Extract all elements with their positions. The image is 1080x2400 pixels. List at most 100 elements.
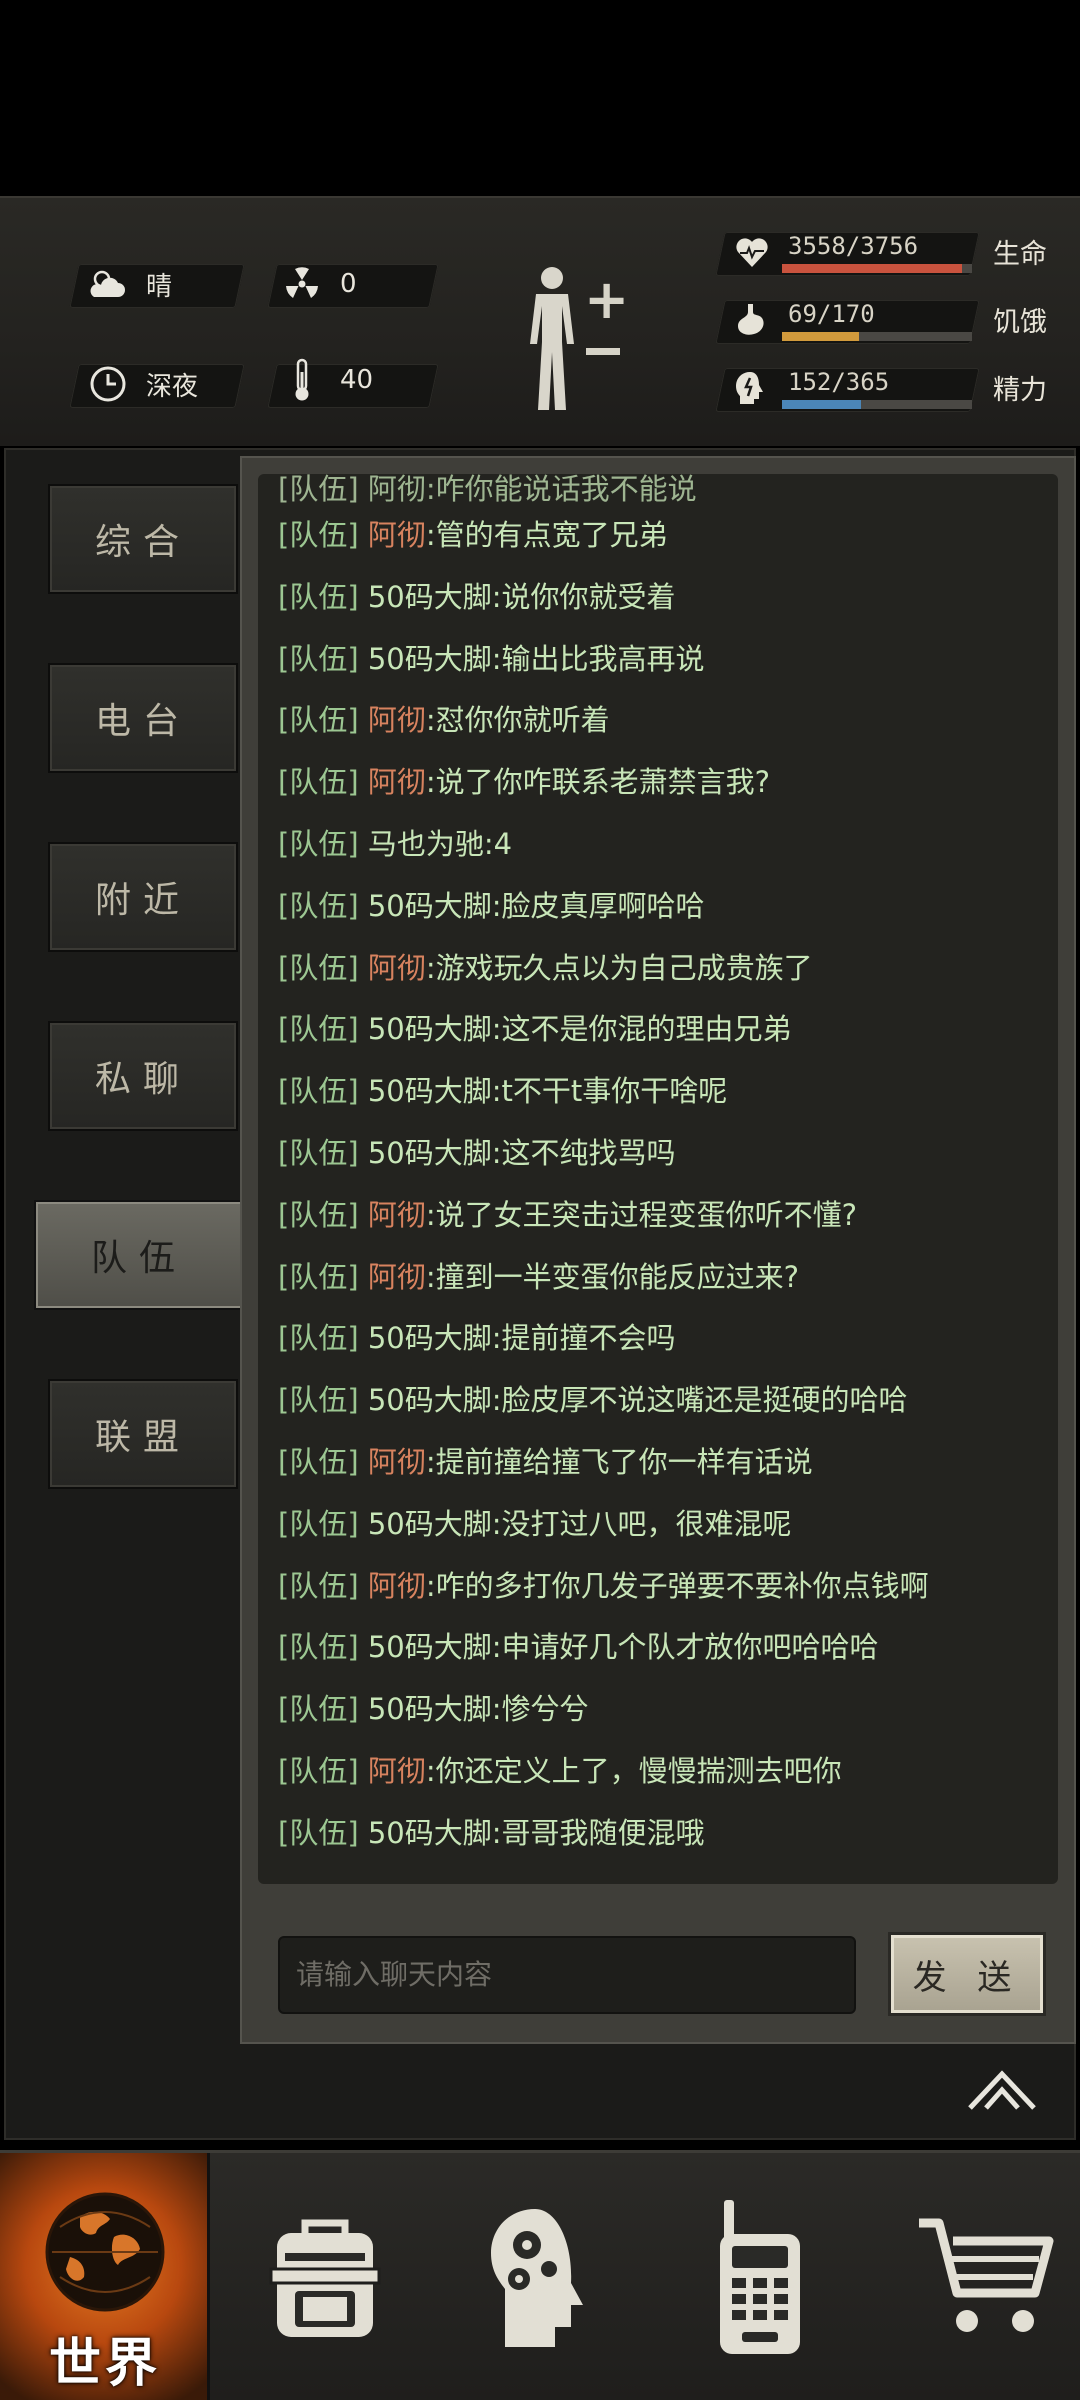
globe-icon [45, 2192, 165, 2312]
channel-tag: [队伍] [278, 1630, 359, 1665]
channel-tag: [队伍] [278, 641, 359, 676]
hunger-label: 饥饿 [993, 307, 1047, 338]
life-stat: 3558/3756 生命 [715, 228, 1060, 278]
message-text: 没打过八吧，很难混呢 [501, 1506, 792, 1541]
chat-log[interactable]: [队伍] 阿彻:咋你能说话我不能说 [队伍] 阿彻:管的有点宽了兄弟 [队伍] 5… [258, 474, 1058, 1884]
sender-name[interactable]: 阿彻 [368, 1260, 426, 1294]
weather-icon [88, 264, 128, 304]
tab-nearby[interactable]: 附近 [48, 842, 238, 952]
channel-tag: [队伍] [278, 1445, 359, 1479]
sender-name[interactable]: 阿彻 [368, 1445, 426, 1479]
tab-general[interactable]: 综合 [48, 484, 238, 594]
sender-name[interactable]: 50码大脚 [368, 580, 492, 614]
message-text: 惨兮兮 [501, 1692, 589, 1727]
radiation-value: 0 [340, 269, 357, 299]
nav-shop-button[interactable] [900, 2153, 1070, 2400]
channel-tag: [队伍] [278, 1012, 359, 1047]
chat-message: [队伍] 阿彻:游戏玩久点以为自己成贵族了 [278, 950, 813, 985]
sender-name[interactable]: 50码大脚 [368, 642, 492, 676]
message-text: 哥哥我随便混哦 [501, 1815, 705, 1850]
sender-name[interactable]: 50码大脚 [368, 1507, 492, 1541]
message-text: 游戏玩久点以为自己成贵族了 [435, 950, 813, 985]
sender-name[interactable]: 50码大脚 [368, 1074, 492, 1108]
sender-name[interactable]: 50码大脚 [368, 1012, 492, 1046]
time-indicator: 深夜 [88, 362, 198, 406]
chat-message: [队伍] 阿彻:你还定义上了，慢慢揣测去吧你 [278, 1754, 842, 1788]
message-text: 怼你你就听着 [435, 703, 610, 738]
sender-name[interactable]: 50码大脚 [368, 889, 492, 923]
send-button[interactable]: 发 送 [888, 1932, 1046, 2016]
chat-message: [队伍] 50码大脚:申请好几个队才放你吧哈哈哈 [278, 1630, 879, 1665]
message-text: 输出比我高再说 [501, 641, 705, 676]
hunger-bar [782, 332, 972, 341]
life-bar [782, 264, 972, 273]
thermometer-icon [282, 358, 322, 401]
tab-alliance[interactable]: 联盟 [48, 1379, 238, 1489]
energy-value: 152/365 [788, 368, 890, 396]
stomach-icon [738, 304, 764, 335]
sender-name[interactable]: 阿彻 [368, 765, 426, 799]
sender-name[interactable]: 阿彻 [368, 1754, 426, 1788]
message-text: 申请好几个队才放你吧哈哈哈 [501, 1630, 879, 1665]
sender-name[interactable]: 阿彻 [368, 518, 426, 552]
bottom-nav: 世界 [0, 2150, 1080, 2400]
sender-name[interactable]: 50码大脚 [368, 1692, 492, 1726]
sender-name[interactable]: 50码大脚 [368, 1321, 492, 1355]
clock-icon [88, 364, 128, 404]
sender-name[interactable]: 阿彻 [368, 703, 426, 737]
body-status-icon[interactable] [522, 264, 582, 414]
channel-tag: [队伍] [278, 703, 359, 738]
chat-message: [队伍] 阿彻:撞到一半变蛋你能反应过来? [278, 1259, 800, 1294]
sender-name[interactable]: 阿彻 [368, 1569, 426, 1603]
collapse-chevron-icon[interactable] [966, 2068, 1038, 2112]
heart-icon [736, 238, 768, 267]
chat-message: [队伍] 阿彻:说了你咋联系老萧禁言我? [278, 765, 771, 800]
sender-name[interactable]: 50码大脚 [368, 1816, 492, 1850]
sender-name[interactable]: 马也为驰 [368, 827, 484, 861]
chat-input[interactable]: 请输入聊天内容 [278, 1936, 856, 2014]
message-text: 提前撞不会吗 [501, 1321, 676, 1356]
channel-tag: [队伍] [278, 1136, 359, 1170]
hunger-stat: 69/170 饥饿 [715, 296, 1060, 346]
sender-name[interactable]: 50码大脚 [368, 1383, 492, 1417]
chat-message: [队伍] 50码大脚:哥哥我随便混哦 [278, 1815, 705, 1850]
message-text: 说你你就受着 [501, 579, 676, 614]
message-text: 说了女王突击过程变蛋你听不懂? [435, 1197, 858, 1232]
energy-bar [782, 400, 972, 409]
minus-icon[interactable] [586, 348, 620, 355]
message-text: 脸皮真厚啊哈哈 [501, 888, 705, 923]
nav-radio-button[interactable] [675, 2153, 845, 2400]
sender-name[interactable]: 阿彻 [368, 1198, 426, 1232]
tab-team[interactable]: 队伍 [34, 1200, 244, 1310]
weather-indicator: 晴 [88, 262, 172, 306]
channel-tag: [队伍] [278, 1754, 359, 1788]
message-text: 咋的多打你几发子弹要不要补你点钱啊 [435, 1568, 929, 1603]
temperature-value: 40 [340, 365, 374, 395]
chat-panel: [队伍] 阿彻:咋你能说话我不能说 [队伍] 阿彻:管的有点宽了兄弟 [队伍] 5… [240, 456, 1076, 2044]
channel-tag: [队伍] [278, 1197, 359, 1232]
brain-head-icon [736, 372, 763, 404]
life-value: 3558/3756 [788, 232, 919, 260]
message-text: 这不是你混的理由兄弟 [501, 1012, 792, 1047]
temperature-indicator: 40 [282, 358, 373, 402]
nav-inventory-button[interactable] [240, 2153, 410, 2400]
chat-message: [队伍] 50码大脚:脸皮厚不说这嘴还是挺硬的哈哈 [278, 1383, 908, 1418]
plus-icon[interactable]: + [584, 268, 629, 331]
channel-tag: [队伍] [278, 1815, 359, 1850]
nav-skills-button[interactable] [455, 2153, 625, 2400]
channel-tag: [队伍] [278, 1506, 359, 1541]
message-text: 这不纯找骂吗 [501, 1136, 676, 1170]
tab-private[interactable]: 私聊 [48, 1021, 238, 1131]
chat-message: [队伍] 马也为驰:4 [278, 827, 513, 861]
sender-name[interactable]: 50码大脚 [368, 1630, 492, 1664]
channel-tag: [队伍] [278, 1259, 359, 1294]
chat-message: [队伍] 50码大脚:这不是你混的理由兄弟 [278, 1012, 792, 1047]
message-text: 撞到一半变蛋你能反应过来? [435, 1259, 800, 1294]
sender-name[interactable]: 阿彻 [368, 951, 426, 985]
chat-message: [队伍] 50码大脚:惨兮兮 [278, 1692, 589, 1727]
chat-message: [队伍] 阿彻:管的有点宽了兄弟 [278, 518, 668, 552]
nav-world-button[interactable]: 世界 [0, 2153, 210, 2400]
status-header: 晴 0 深夜 40 + 3558/3756 生命 69/170 饥饿 152/3… [0, 196, 1080, 446]
sender-name[interactable]: 50码大脚 [368, 1136, 492, 1170]
tab-radio[interactable]: 电台 [48, 663, 238, 773]
